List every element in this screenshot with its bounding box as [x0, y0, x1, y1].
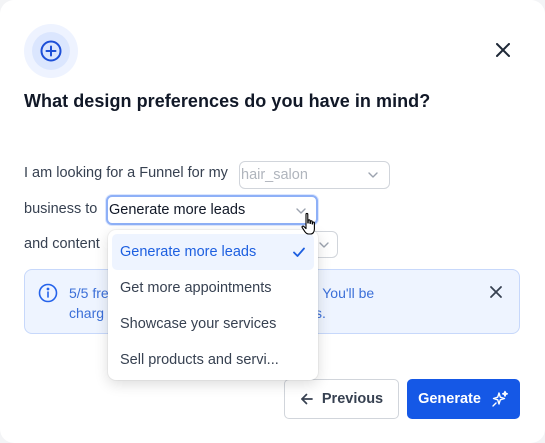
goal-select[interactable]: Generate more leads [106, 195, 318, 225]
industry-select-value: hair_salon [241, 167, 308, 183]
form-line1-text: I am looking for a Funnel for my [24, 165, 228, 181]
close-icon[interactable] [488, 284, 504, 300]
dropdown-option[interactable]: Get more appointments [112, 270, 314, 306]
info-line2-prefix: charg [69, 304, 105, 321]
check-icon [293, 247, 305, 257]
goal-select-value: Generate more leads [109, 202, 246, 218]
info-icon [38, 283, 58, 303]
dropdown-option-label: Showcase your services [120, 316, 277, 332]
form-line3-text: and content [24, 236, 100, 252]
close-icon [496, 43, 510, 57]
industry-select[interactable]: hair_salon [239, 161, 390, 189]
dialog-title: What design preferences do you have in m… [24, 91, 431, 111]
generate-button[interactable]: Generate [407, 379, 520, 419]
arrow-left-icon [301, 393, 313, 405]
dropdown-option[interactable]: Generate more leads [112, 234, 314, 270]
dropdown-option-label: Generate more leads [120, 244, 257, 260]
header-icon-inner [32, 32, 70, 70]
previous-button-label: Previous [321, 391, 384, 407]
generate-button-label: Generate [418, 391, 481, 407]
dropdown-option-label: Sell products and servi... [120, 352, 279, 368]
info-line1-suffix: . You'll be [314, 285, 375, 301]
plus-circle-icon [40, 40, 62, 62]
info-line1-prefix: 5/5 fre [69, 285, 109, 301]
goal-dropdown-menu: Generate more leads Get more appointment… [108, 230, 318, 380]
modal-dialog: What design preferences do you have in m… [0, 0, 545, 443]
previous-button[interactable]: Previous [284, 379, 399, 419]
chevron-down-icon [319, 242, 329, 248]
form-line2-text: business to [24, 201, 98, 217]
chevron-down-icon [368, 172, 378, 178]
header-icon-badge [24, 24, 78, 78]
close-button[interactable] [490, 37, 516, 63]
dropdown-option[interactable]: Sell products and servi... [112, 342, 314, 378]
hand-cursor-icon [301, 212, 315, 235]
dropdown-option-label: Get more appointments [120, 280, 272, 296]
sparkles-icon [492, 390, 508, 407]
dropdown-option[interactable]: Showcase your services [112, 306, 314, 342]
